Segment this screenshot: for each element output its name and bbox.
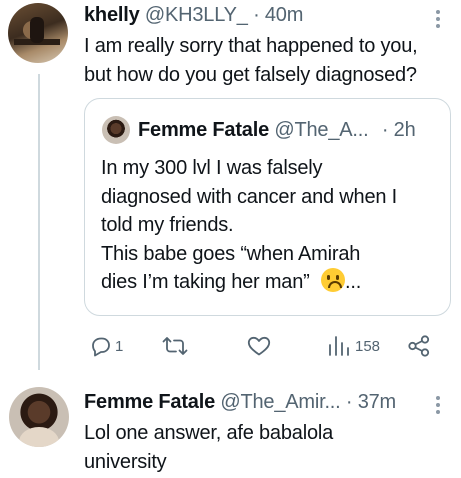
quoted-author-name: Femme Fatale bbox=[138, 119, 269, 141]
quoted-tweet-header: Femme Fatale @The_A... · 2h bbox=[138, 119, 416, 142]
retweet-icon bbox=[162, 337, 188, 355]
more-options-icon[interactable] bbox=[435, 396, 441, 417]
tweet-text: Lol one answer, afe babalola university bbox=[84, 419, 333, 477]
heart-icon bbox=[247, 336, 271, 356]
quoted-text-ellipsis: ... bbox=[344, 271, 362, 293]
reply-icon bbox=[92, 337, 110, 357]
tweet-text-line: university bbox=[84, 451, 167, 473]
quoted-avatar bbox=[102, 116, 130, 144]
more-options-icon[interactable] bbox=[435, 10, 441, 31]
quoted-text-line: In my 300 lvl I was falsely bbox=[101, 157, 323, 179]
views-button[interactable]: 158 bbox=[327, 334, 380, 358]
quoted-author-handle: @The_A... bbox=[274, 119, 369, 141]
tweet-text: I am really sorry that happened to you, … bbox=[84, 32, 418, 90]
analytics-icon bbox=[329, 336, 349, 356]
share-icon bbox=[408, 335, 430, 357]
tweet-text-line: I am really sorry that happened to you, bbox=[84, 35, 418, 57]
avatar-figure bbox=[30, 17, 44, 43]
avatar-detail bbox=[19, 427, 59, 447]
quoted-tweet-text: In my 300 lvl I was falsely diagnosed wi… bbox=[101, 154, 397, 297]
avatar[interactable] bbox=[8, 3, 68, 63]
reply-count: 1 bbox=[115, 337, 124, 355]
avatar[interactable] bbox=[9, 387, 69, 447]
quoted-tweet-time: · 2h bbox=[381, 119, 416, 141]
share-button[interactable] bbox=[406, 334, 432, 358]
tweet-time[interactable]: · 37m bbox=[346, 391, 396, 413]
author-handle[interactable]: @The_Amir... bbox=[220, 391, 340, 413]
like-button[interactable] bbox=[246, 334, 272, 358]
quoted-text-line: told my friends. bbox=[101, 214, 234, 236]
tweet-time[interactable]: · 40m bbox=[253, 4, 303, 26]
tweet-header: khelly @KH3LLY_ · 40m bbox=[84, 4, 303, 27]
author-handle[interactable]: @KH3LLY_ bbox=[145, 4, 248, 26]
quoted-text-line: diagnosed with cancer and when I bbox=[101, 185, 398, 208]
author-name[interactable]: khelly bbox=[84, 4, 140, 26]
quoted-text-line: dies I’m taking her man” ... bbox=[101, 268, 397, 297]
tweet-text-line: but how do you get falsely diagnosed? bbox=[84, 64, 417, 86]
quoted-text-fragment: dies I’m taking her man” bbox=[101, 271, 315, 293]
thread-connector-line bbox=[38, 74, 40, 370]
author-name[interactable]: Femme Fatale bbox=[84, 391, 215, 413]
retweet-button[interactable] bbox=[162, 334, 188, 358]
tweet-header: Femme Fatale @The_Amir... · 37m bbox=[84, 391, 396, 414]
upside-down-face-emoji-icon bbox=[320, 268, 345, 292]
views-count: 158 bbox=[355, 337, 381, 355]
reply-button[interactable]: 1 bbox=[89, 334, 123, 358]
tweet-action-bar: 1 158 bbox=[84, 332, 434, 360]
quoted-text-line: This babe goes “when Amirah bbox=[101, 242, 361, 265]
tweet-text-line: Lol one answer, afe babalola bbox=[84, 422, 334, 444]
